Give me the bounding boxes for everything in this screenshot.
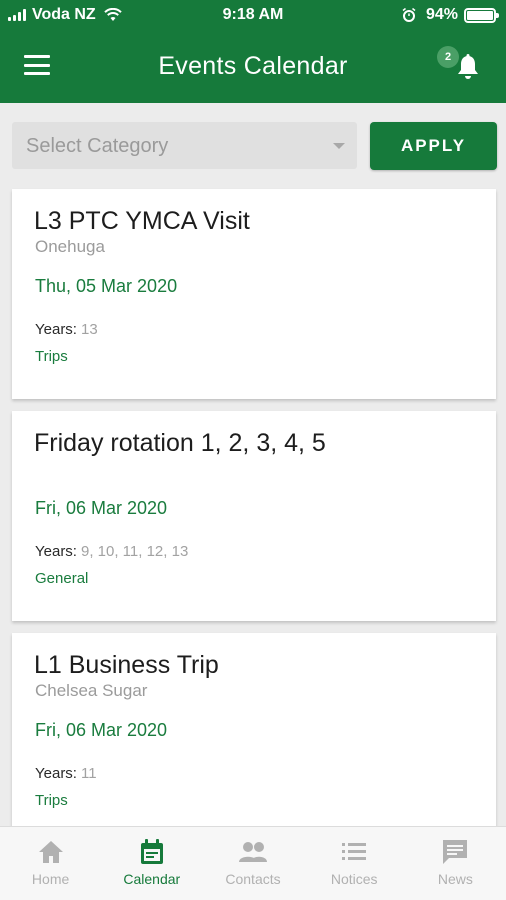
event-card[interactable]: L3 PTC YMCA Visit Onehuga Thu, 05 Mar 20… xyxy=(12,189,496,399)
battery-percent: 94% xyxy=(425,6,458,23)
status-bar: Voda NZ 9:18 AM 94% xyxy=(0,0,506,30)
event-date: Fri, 06 Mar 2020 xyxy=(35,720,168,740)
alarm-icon xyxy=(402,8,416,22)
tab-calendar[interactable]: Calendar xyxy=(101,827,202,900)
event-date: Thu, 05 Mar 2020 xyxy=(35,276,178,296)
filter-row: Select Category APPLY xyxy=(0,122,506,170)
status-right: 94% xyxy=(402,6,499,24)
tab-calendar-label: Calendar xyxy=(123,871,181,887)
tab-news[interactable]: News xyxy=(405,827,506,900)
tab-notices[interactable]: Notices xyxy=(304,827,405,900)
event-type: Trips xyxy=(35,348,68,365)
chevron-down-icon xyxy=(333,143,345,149)
tab-notices-label: Notices xyxy=(330,871,378,887)
bell-icon xyxy=(458,54,478,79)
notifications-button[interactable]: 2 xyxy=(434,42,484,86)
calendar-icon xyxy=(140,839,163,864)
event-location: Chelsea Sugar xyxy=(35,681,148,700)
event-years: Years: 9, 10, 11, 12, 13 xyxy=(35,543,188,560)
event-years: Years: 11 xyxy=(35,765,97,782)
category-select-placeholder: Select Category xyxy=(26,135,169,157)
app-bar: Events Calendar 2 xyxy=(0,30,506,103)
event-title: L3 PTC YMCA Visit xyxy=(34,207,250,235)
category-select[interactable]: Select Category xyxy=(12,122,357,169)
tab-home-label: Home xyxy=(31,871,70,887)
event-date: Fri, 06 Mar 2020 xyxy=(35,498,168,518)
tab-home[interactable]: Home xyxy=(0,827,101,900)
event-card[interactable]: Friday rotation 1, 2, 3, 4, 5 Fri, 06 Ma… xyxy=(12,411,496,621)
battery-icon xyxy=(464,7,499,23)
bottom-tab-bar: Home Calendar Contacts Notices News xyxy=(0,826,506,900)
event-type: General xyxy=(35,570,89,587)
event-years-value: 11 xyxy=(80,765,97,782)
tab-news-label: News xyxy=(437,871,473,887)
event-years-value: 13 xyxy=(80,321,98,338)
home-icon xyxy=(38,841,63,863)
event-type: Trips xyxy=(35,792,68,809)
events-list: L3 PTC YMCA Visit Onehuga Thu, 05 Mar 20… xyxy=(12,189,496,855)
event-location: Onehuga xyxy=(35,237,105,256)
chat-icon xyxy=(443,840,468,864)
event-title: Friday rotation 1, 2, 3, 4, 5 xyxy=(34,429,326,457)
event-years-label: Years: xyxy=(35,765,77,782)
event-title: L1 Business Trip xyxy=(34,651,219,679)
battery-fill xyxy=(467,10,494,20)
list-icon xyxy=(342,843,367,860)
page-title: Events Calendar xyxy=(158,52,348,80)
app-header: Voda NZ 9:18 AM 94% Events Calendar 2 xyxy=(0,0,506,103)
tab-contacts-label: Contacts xyxy=(225,871,281,887)
event-years-label: Years: xyxy=(35,543,77,560)
contacts-icon xyxy=(239,842,267,862)
event-years-label: Years: xyxy=(35,321,77,338)
event-years-value: 9, 10, 11, 12, 13 xyxy=(80,543,189,560)
apply-button[interactable]: APPLY xyxy=(370,122,497,170)
event-years: Years: 13 xyxy=(35,321,98,338)
tab-contacts[interactable]: Contacts xyxy=(202,827,303,900)
event-card[interactable]: L1 Business Trip Chelsea Sugar Fri, 06 M… xyxy=(12,633,496,843)
